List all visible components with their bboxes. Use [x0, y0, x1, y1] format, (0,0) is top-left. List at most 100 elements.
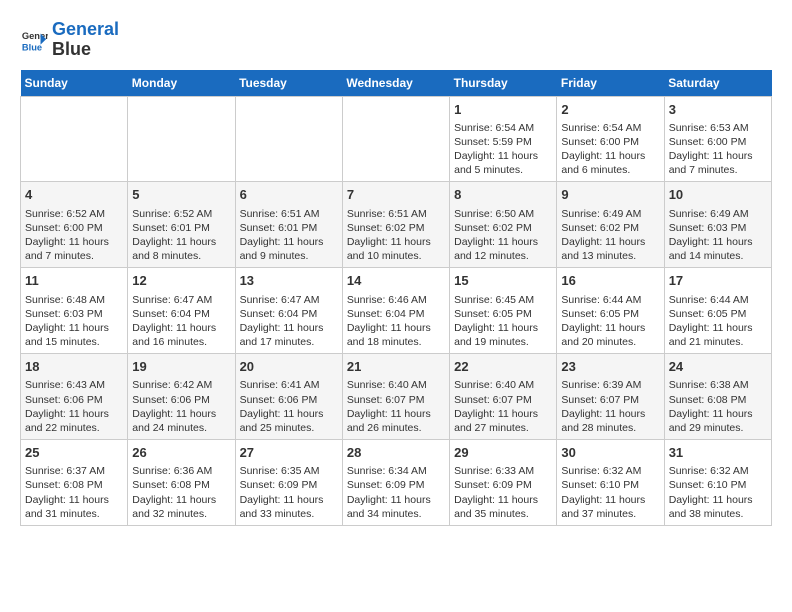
calendar-day-cell: 19Sunrise: 6:42 AMSunset: 6:06 PMDayligh…: [128, 354, 235, 440]
day-number: 5: [132, 186, 230, 204]
day-info-line: Daylight: 11 hours and 27 minutes.: [454, 407, 552, 435]
calendar-day-cell: 28Sunrise: 6:34 AMSunset: 6:09 PMDayligh…: [342, 440, 449, 526]
day-number: 12: [132, 272, 230, 290]
calendar-day-cell: 9Sunrise: 6:49 AMSunset: 6:02 PMDaylight…: [557, 182, 664, 268]
calendar-day-cell: 3Sunrise: 6:53 AMSunset: 6:00 PMDaylight…: [664, 96, 771, 182]
day-number: 10: [669, 186, 767, 204]
day-number: 9: [561, 186, 659, 204]
day-info-line: Sunset: 6:07 PM: [561, 393, 659, 407]
calendar-day-cell: 30Sunrise: 6:32 AMSunset: 6:10 PMDayligh…: [557, 440, 664, 526]
calendar-day-cell: 1 Sunrise: 6:54 AMSunset: 5:59 PMDaylight…: [450, 96, 557, 182]
day-number: 15: [454, 272, 552, 290]
calendar-day-cell: 17Sunrise: 6:44 AMSunset: 6:05 PMDayligh…: [664, 268, 771, 354]
day-header: Friday: [557, 70, 664, 97]
calendar-week-row: 4Sunrise: 6:52 AMSunset: 6:00 PMDaylight…: [21, 182, 772, 268]
day-number: 29: [454, 444, 552, 462]
day-info-line: Sunrise: 6:50 AM: [454, 207, 552, 221]
day-info-line: Daylight: 11 hours and 33 minutes.: [240, 493, 338, 521]
day-info-line: Daylight: 11 hours and 31 minutes.: [25, 493, 123, 521]
day-header: Wednesday: [342, 70, 449, 97]
day-info-line: Sunrise: 6:49 AM: [561, 207, 659, 221]
calendar-day-cell: 14Sunrise: 6:46 AMSunset: 6:04 PMDayligh…: [342, 268, 449, 354]
day-info-line: Sunset: 6:10 PM: [669, 478, 767, 492]
day-info-line: Sunset: 6:09 PM: [454, 478, 552, 492]
day-info-line: Sunrise: 6:53 AM: [669, 121, 767, 135]
day-info-line: Daylight: 11 hours and 24 minutes.: [132, 407, 230, 435]
calendar-day-cell: [342, 96, 449, 182]
calendar-day-cell: 4Sunrise: 6:52 AMSunset: 6:00 PMDaylight…: [21, 182, 128, 268]
day-info-line: Sunset: 6:09 PM: [240, 478, 338, 492]
day-info-line: Sunrise: 6:40 AM: [347, 378, 445, 392]
day-number: 26: [132, 444, 230, 462]
day-info-line: Sunrise: 6:51 AM: [347, 207, 445, 221]
day-info-line: Sunset: 6:03 PM: [25, 307, 123, 321]
day-info-line: Daylight: 11 hours and 19 minutes.: [454, 321, 552, 349]
calendar-body: 1Sunrise: 6:54 AMSunset: 5:59 PMDaylight…: [21, 96, 772, 525]
day-info-line: Sunset: 5:59 PM: [454, 135, 552, 149]
calendar-day-cell: 6Sunrise: 6:51 AMSunset: 6:01 PMDaylight…: [235, 182, 342, 268]
calendar-day-cell: 13Sunrise: 6:47 AMSunset: 6:04 PMDayligh…: [235, 268, 342, 354]
day-info-line: Daylight: 11 hours and 5 minutes.: [454, 149, 552, 177]
day-info-line: Sunrise: 6:35 AM: [240, 464, 338, 478]
day-info-line: Daylight: 11 hours and 32 minutes.: [132, 493, 230, 521]
calendar-day-cell: 20Sunrise: 6:41 AMSunset: 6:06 PMDayligh…: [235, 354, 342, 440]
day-info-line: Sunrise: 6:49 AM: [669, 207, 767, 221]
day-number: 1: [454, 101, 552, 119]
day-info-line: Sunset: 6:02 PM: [454, 221, 552, 235]
calendar-day-cell: 10Sunrise: 6:49 AMSunset: 6:03 PMDayligh…: [664, 182, 771, 268]
calendar-day-cell: 16 Sunrise: 6:44 AMSunset: 6:05 PMDayligh…: [557, 268, 664, 354]
calendar-day-cell: [21, 96, 128, 182]
calendar-day-cell: 15Sunrise: 6:45 AMSunset: 6:05 PMDayligh…: [450, 268, 557, 354]
day-info-line: Sunset: 6:02 PM: [347, 221, 445, 235]
day-info-line: Daylight: 11 hours and 7 minutes.: [25, 235, 123, 263]
day-info-line: Daylight: 11 hours and 26 minutes.: [347, 407, 445, 435]
day-info-line: Daylight: 11 hours and 8 minutes.: [132, 235, 230, 263]
calendar-day-cell: 29Sunrise: 6:33 AMSunset: 6:09 PMDayligh…: [450, 440, 557, 526]
day-number: 17: [669, 272, 767, 290]
day-info-line: Sunset: 6:05 PM: [454, 307, 552, 321]
calendar-day-cell: 11Sunrise: 6:48 AMSunset: 6:03 PMDayligh…: [21, 268, 128, 354]
day-info-line: Sunrise: 6:34 AM: [347, 464, 445, 478]
calendar-week-row: 25Sunrise: 6:37 AMSunset: 6:08 PMDayligh…: [21, 440, 772, 526]
day-info-line: Daylight: 11 hours and 20 minutes.: [561, 321, 659, 349]
calendar-day-cell: 26Sunrise: 6:36 AMSunset: 6:08 PMDayligh…: [128, 440, 235, 526]
day-info-line: Sunset: 6:04 PM: [240, 307, 338, 321]
calendar-day-cell: 27Sunrise: 6:35 AMSunset: 6:09 PMDayligh…: [235, 440, 342, 526]
day-info-line: Sunset: 6:08 PM: [25, 478, 123, 492]
calendar-day-cell: 31Sunrise: 6:32 AMSunset: 6:10 PMDayligh…: [664, 440, 771, 526]
logo: General Blue GeneralBlue: [20, 20, 119, 60]
calendar-day-cell: [128, 96, 235, 182]
day-info-line: Sunrise: 6:52 AM: [132, 207, 230, 221]
day-info-line: Sunset: 6:00 PM: [25, 221, 123, 235]
day-info-line: Daylight: 11 hours and 25 minutes.: [240, 407, 338, 435]
calendar-day-cell: 18Sunrise: 6:43 AMSunset: 6:06 PMDayligh…: [21, 354, 128, 440]
day-info-line: Daylight: 11 hours and 28 minutes.: [561, 407, 659, 435]
day-info-line: Sunset: 6:00 PM: [561, 135, 659, 149]
logo-text: GeneralBlue: [52, 20, 119, 60]
day-info-line: Sunrise: 6:32 AM: [669, 464, 767, 478]
calendar-day-cell: [235, 96, 342, 182]
day-number: 6: [240, 186, 338, 204]
day-number: 8: [454, 186, 552, 204]
day-info-line: Sunrise: 6:54 AM: [561, 121, 659, 135]
day-info-line: Daylight: 11 hours and 6 minutes.: [561, 149, 659, 177]
day-info-line: Sunset: 6:04 PM: [132, 307, 230, 321]
calendar-day-cell: 22Sunrise: 6:40 AMSunset: 6:07 PMDayligh…: [450, 354, 557, 440]
day-info-line: Sunset: 6:00 PM: [669, 135, 767, 149]
day-number: 20: [240, 358, 338, 376]
day-header: Saturday: [664, 70, 771, 97]
day-number: 23: [561, 358, 659, 376]
day-info-line: Sunset: 6:05 PM: [561, 307, 659, 321]
day-info-line: Sunrise: 6:40 AM: [454, 378, 552, 392]
svg-text:Blue: Blue: [22, 42, 42, 52]
day-info-line: Sunset: 6:04 PM: [347, 307, 445, 321]
day-info-line: Sunrise: 6:54 AM: [454, 121, 552, 135]
day-header: Monday: [128, 70, 235, 97]
calendar-day-cell: 21Sunrise: 6:40 AMSunset: 6:07 PMDayligh…: [342, 354, 449, 440]
day-info-line: Sunrise: 6:44 AM: [561, 293, 659, 307]
calendar-day-cell: 5Sunrise: 6:52 AMSunset: 6:01 PMDaylight…: [128, 182, 235, 268]
day-number: 16: [561, 272, 659, 290]
day-info-line: Daylight: 11 hours and 17 minutes.: [240, 321, 338, 349]
day-header: Thursday: [450, 70, 557, 97]
logo-icon: General Blue: [20, 26, 48, 54]
